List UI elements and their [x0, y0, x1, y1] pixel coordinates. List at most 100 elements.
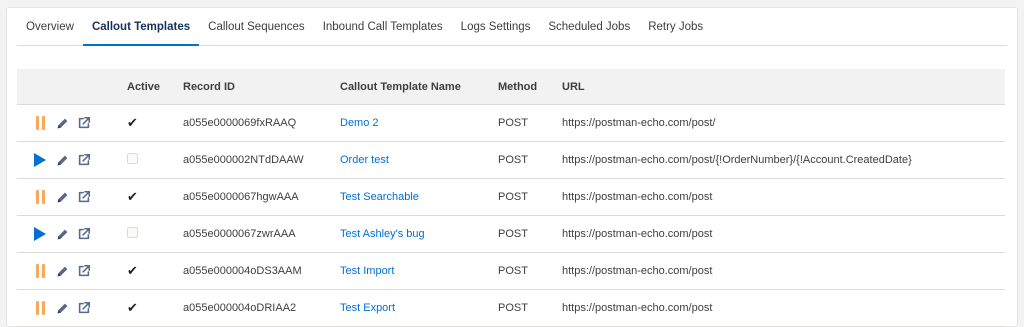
url: https://postman-echo.com/post: [562, 289, 1005, 327]
checkmark-icon: ✔: [127, 263, 138, 278]
export-icon: [77, 227, 91, 241]
checkmark-icon: ✔: [127, 189, 138, 204]
callout-templates-table: Active Record ID Callout Template Name M…: [17, 69, 1005, 327]
pause-button[interactable]: [29, 298, 51, 318]
play-button[interactable]: [29, 224, 51, 244]
empty-checkbox-icon: [127, 227, 138, 238]
edit-button[interactable]: [51, 261, 73, 281]
url: https://postman-echo.com/post: [562, 252, 1005, 290]
tab-bar: Overview Callout Templates Callout Seque…: [17, 8, 1007, 46]
template-name-link[interactable]: Test Export: [340, 302, 395, 314]
table-row: ✔ a055e0000067hgwAAA Test Searchable POST ht…: [17, 178, 1005, 216]
export-icon: [77, 264, 91, 278]
play-button[interactable]: [29, 150, 51, 170]
tab-retry-jobs[interactable]: Retry Jobs: [639, 8, 712, 45]
play-icon: [34, 227, 46, 241]
template-name-link[interactable]: Demo 2: [340, 117, 379, 129]
url: https://postman-echo.com/post/{!OrderNum…: [562, 141, 1005, 179]
checkmark-icon: ✔: [127, 115, 138, 130]
edit-button[interactable]: [51, 224, 73, 244]
template-name-link[interactable]: Test Import: [340, 265, 394, 277]
record-id: a055e000004oDS3AAM: [183, 252, 340, 290]
method: POST: [498, 289, 562, 327]
header-method: Method: [498, 69, 562, 105]
method: POST: [498, 252, 562, 290]
export-button[interactable]: [73, 187, 95, 207]
pause-icon: [35, 116, 45, 130]
pencil-icon: [56, 117, 69, 130]
pause-icon: [35, 264, 45, 278]
export-button[interactable]: [73, 261, 95, 281]
record-id: a055e0000067zwrAAA: [183, 215, 340, 253]
export-icon: [77, 190, 91, 204]
header-record-id: Record ID: [183, 69, 340, 105]
method: POST: [498, 104, 562, 142]
active-cell: [127, 215, 183, 253]
export-icon: [77, 153, 91, 167]
tab-callout-sequences[interactable]: Callout Sequences: [199, 8, 314, 45]
url: https://postman-echo.com/post/: [562, 104, 1005, 142]
export-button[interactable]: [73, 224, 95, 244]
active-cell: ✔: [127, 289, 183, 327]
method: POST: [498, 215, 562, 253]
record-id: a055e000004oDRIAA2: [183, 289, 340, 327]
pencil-icon: [56, 265, 69, 278]
row-actions: [17, 104, 127, 142]
empty-checkbox-icon: [127, 153, 138, 164]
template-name-cell: Demo 2: [340, 104, 498, 142]
pencil-icon: [56, 191, 69, 204]
tab-inbound-call-templates[interactable]: Inbound Call Templates: [314, 8, 452, 45]
edit-button[interactable]: [51, 113, 73, 133]
checkmark-icon: ✔: [127, 300, 138, 315]
edit-button[interactable]: [51, 187, 73, 207]
pause-icon: [35, 301, 45, 315]
edit-button[interactable]: [51, 298, 73, 318]
method: POST: [498, 141, 562, 179]
header-active: Active: [127, 69, 183, 105]
export-button[interactable]: [73, 150, 95, 170]
table-row: ✔ a055e000004oDS3AAM Test Import POST https:…: [17, 252, 1005, 290]
pause-button[interactable]: [29, 187, 51, 207]
template-name-cell: Test Export: [340, 289, 498, 327]
url: https://postman-echo.com/post: [562, 178, 1005, 216]
pencil-icon: [56, 302, 69, 315]
row-actions: [17, 215, 127, 253]
active-cell: ✔: [127, 104, 183, 142]
table-row: a055e0000067zwrAAA Test Ashley's bug POST h…: [17, 215, 1005, 253]
active-cell: ✔: [127, 252, 183, 290]
edit-button[interactable]: [51, 150, 73, 170]
export-button[interactable]: [73, 298, 95, 318]
export-button[interactable]: [73, 113, 95, 133]
template-name-cell: Test Ashley's bug: [340, 215, 498, 253]
active-cell: ✔: [127, 178, 183, 216]
header-url: URL: [562, 69, 1005, 105]
pause-button[interactable]: [29, 261, 51, 281]
pause-icon: [35, 190, 45, 204]
template-name-cell: Test Import: [340, 252, 498, 290]
tab-logs-settings[interactable]: Logs Settings: [452, 8, 540, 45]
table-row: ✔ a055e0000069fxRAAQ Demo 2 POST https://pos…: [17, 104, 1005, 142]
table-row: a055e000002NTdDAAW Order test POST https://…: [17, 141, 1005, 179]
pause-button[interactable]: [29, 113, 51, 133]
tab-callout-templates[interactable]: Callout Templates: [82, 8, 200, 46]
template-name-link[interactable]: Test Searchable: [340, 191, 419, 203]
table-header-row: Active Record ID Callout Template Name M…: [17, 69, 1005, 105]
export-icon: [77, 301, 91, 315]
tab-scheduled-jobs[interactable]: Scheduled Jobs: [539, 8, 639, 45]
tab-overview[interactable]: Overview: [17, 8, 83, 45]
export-icon: [77, 116, 91, 130]
record-id: a055e000002NTdDAAW: [183, 141, 340, 179]
header-template-name: Callout Template Name: [340, 69, 498, 105]
row-actions: [17, 252, 127, 290]
record-id: a055e0000067hgwAAA: [183, 178, 340, 216]
active-cell: [127, 141, 183, 179]
template-name-link[interactable]: Test Ashley's bug: [340, 228, 425, 240]
row-actions: [17, 141, 127, 179]
header-actions: [17, 69, 127, 105]
template-name-cell: Order test: [340, 141, 498, 179]
table-row: ✔ a055e000004oDRIAA2 Test Export POST https:…: [17, 289, 1005, 327]
pencil-icon: [56, 154, 69, 167]
template-name-link[interactable]: Order test: [340, 154, 389, 166]
pencil-icon: [56, 228, 69, 241]
row-actions: [17, 289, 127, 327]
